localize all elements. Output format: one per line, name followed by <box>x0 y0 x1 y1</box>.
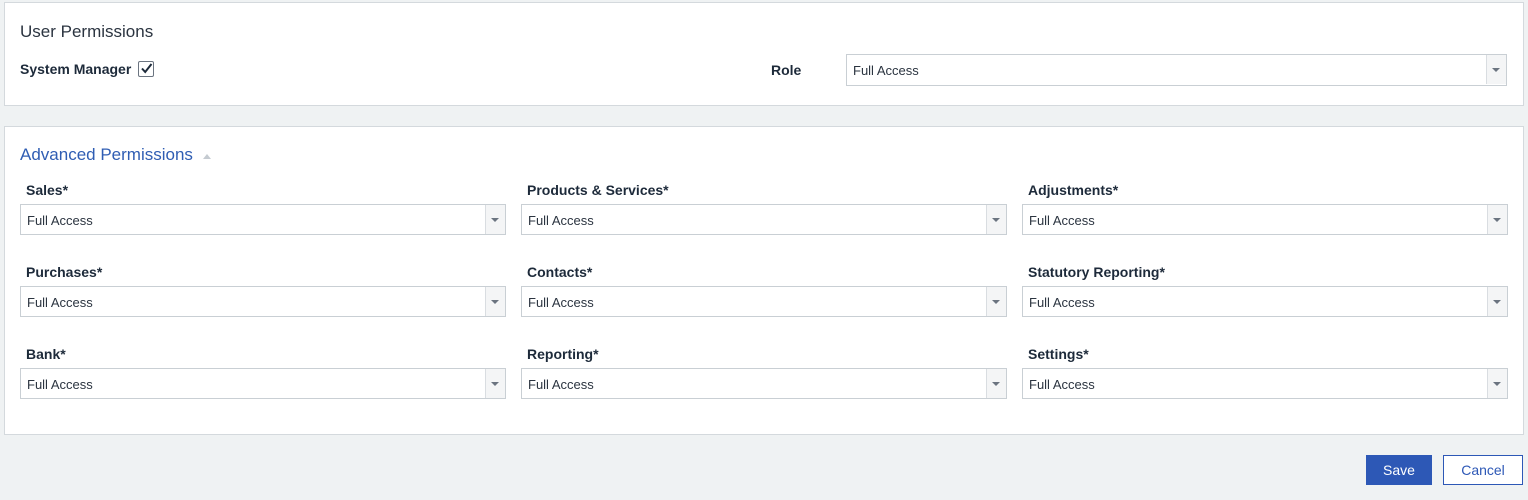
save-button[interactable]: Save <box>1366 455 1432 485</box>
system-manager-row: System Manager <box>20 61 155 77</box>
contacts-label: Contacts* <box>527 264 593 280</box>
purchases-label: Purchases* <box>26 264 103 280</box>
purchases-select[interactable]: Full Access <box>20 286 506 317</box>
chevron-down-icon[interactable] <box>485 369 505 398</box>
collapse-arrow-icon[interactable] <box>202 153 211 159</box>
system-manager-label: System Manager <box>20 61 132 77</box>
reporting-label: Reporting* <box>527 346 599 362</box>
advanced-permissions-header[interactable]: Advanced Permissions <box>20 145 211 165</box>
chevron-down-icon[interactable] <box>485 205 505 234</box>
reporting-select[interactable]: Full Access <box>521 368 1007 399</box>
bank-label: Bank* <box>26 346 66 362</box>
advanced-permissions-title[interactable]: Advanced Permissions <box>20 145 193 165</box>
system-manager-checkbox[interactable] <box>138 61 155 77</box>
adjustments-label: Adjustments* <box>1028 182 1119 198</box>
statutory-reporting-select-value: Full Access <box>1029 295 1095 310</box>
statutory-reporting-select[interactable]: Full Access <box>1022 286 1508 317</box>
products-services-select[interactable]: Full Access <box>521 204 1007 235</box>
advanced-permissions-panel: Advanced Permissions Sales* Full Access … <box>4 126 1524 435</box>
products-services-select-value: Full Access <box>528 213 594 228</box>
settings-label: Settings* <box>1028 346 1089 362</box>
user-permissions-title: User Permissions <box>20 22 154 41</box>
sales-select[interactable]: Full Access <box>20 204 506 235</box>
sales-label: Sales* <box>26 182 69 198</box>
role-select[interactable]: Full Access <box>846 54 1507 86</box>
role-label: Role <box>771 62 802 78</box>
contacts-select-value: Full Access <box>528 295 594 310</box>
chevron-down-icon[interactable] <box>1486 55 1506 84</box>
products-services-label: Products & Services* <box>527 182 669 198</box>
statutory-reporting-label: Statutory Reporting* <box>1028 264 1165 280</box>
role-select-value: Full Access <box>853 63 919 78</box>
chevron-down-icon[interactable] <box>986 205 1006 234</box>
chevron-down-icon[interactable] <box>1487 369 1507 398</box>
chevron-down-icon[interactable] <box>485 287 505 316</box>
sales-select-value: Full Access <box>27 213 93 228</box>
chevron-down-icon[interactable] <box>1487 287 1507 316</box>
adjustments-select[interactable]: Full Access <box>1022 204 1508 235</box>
chevron-down-icon[interactable] <box>986 369 1006 398</box>
settings-select[interactable]: Full Access <box>1022 368 1508 399</box>
adjustments-select-value: Full Access <box>1029 213 1095 228</box>
chevron-down-icon[interactable] <box>986 287 1006 316</box>
purchases-select-value: Full Access <box>27 295 93 310</box>
chevron-down-icon[interactable] <box>1487 205 1507 234</box>
bank-select[interactable]: Full Access <box>20 368 506 399</box>
reporting-select-value: Full Access <box>528 377 594 392</box>
settings-select-value: Full Access <box>1029 377 1095 392</box>
contacts-select[interactable]: Full Access <box>521 286 1007 317</box>
cancel-button[interactable]: Cancel <box>1443 455 1523 485</box>
user-permissions-panel: User Permissions System Manager Role Ful… <box>4 2 1524 106</box>
checkmark-icon <box>141 63 153 74</box>
bank-select-value: Full Access <box>27 377 93 392</box>
